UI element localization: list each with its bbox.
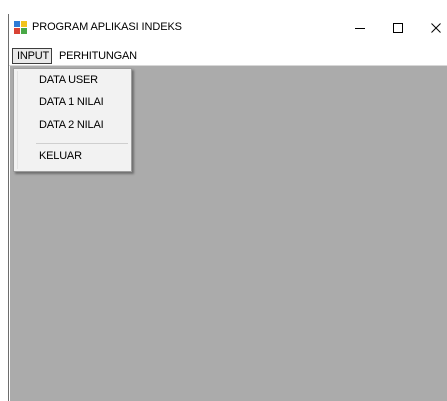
menu-perhitungan[interactable]: PERHITUNGAN	[55, 48, 141, 64]
menu-gutter	[17, 71, 18, 169]
window-title: PROGRAM APLIKASI INDEKS	[32, 21, 182, 33]
close-button[interactable]	[421, 17, 447, 39]
menu-input[interactable]: INPUT	[12, 48, 52, 64]
minimize-icon	[355, 28, 365, 29]
menu-bar: INPUT PERHITUNGAN	[9, 46, 447, 66]
close-icon	[431, 23, 441, 33]
menu-separator	[36, 143, 128, 144]
input-dropdown-menu: DATA USER DATA 1 NILAI DATA 2 NILAI KELU…	[13, 68, 132, 172]
menu-item-keluar[interactable]: KELUAR	[39, 150, 82, 162]
menu-item-data-1-nilai[interactable]: DATA 1 NILAI	[39, 96, 104, 108]
menu-item-data-2-nilai[interactable]: DATA 2 NILAI	[39, 119, 104, 131]
app-icon	[14, 21, 27, 34]
maximize-icon	[393, 23, 403, 33]
minimize-button[interactable]	[345, 17, 375, 39]
menu-item-data-user[interactable]: DATA USER	[39, 74, 98, 86]
maximize-button[interactable]	[383, 17, 413, 39]
title-bar[interactable]: PROGRAM APLIKASI INDEKS	[9, 14, 447, 46]
